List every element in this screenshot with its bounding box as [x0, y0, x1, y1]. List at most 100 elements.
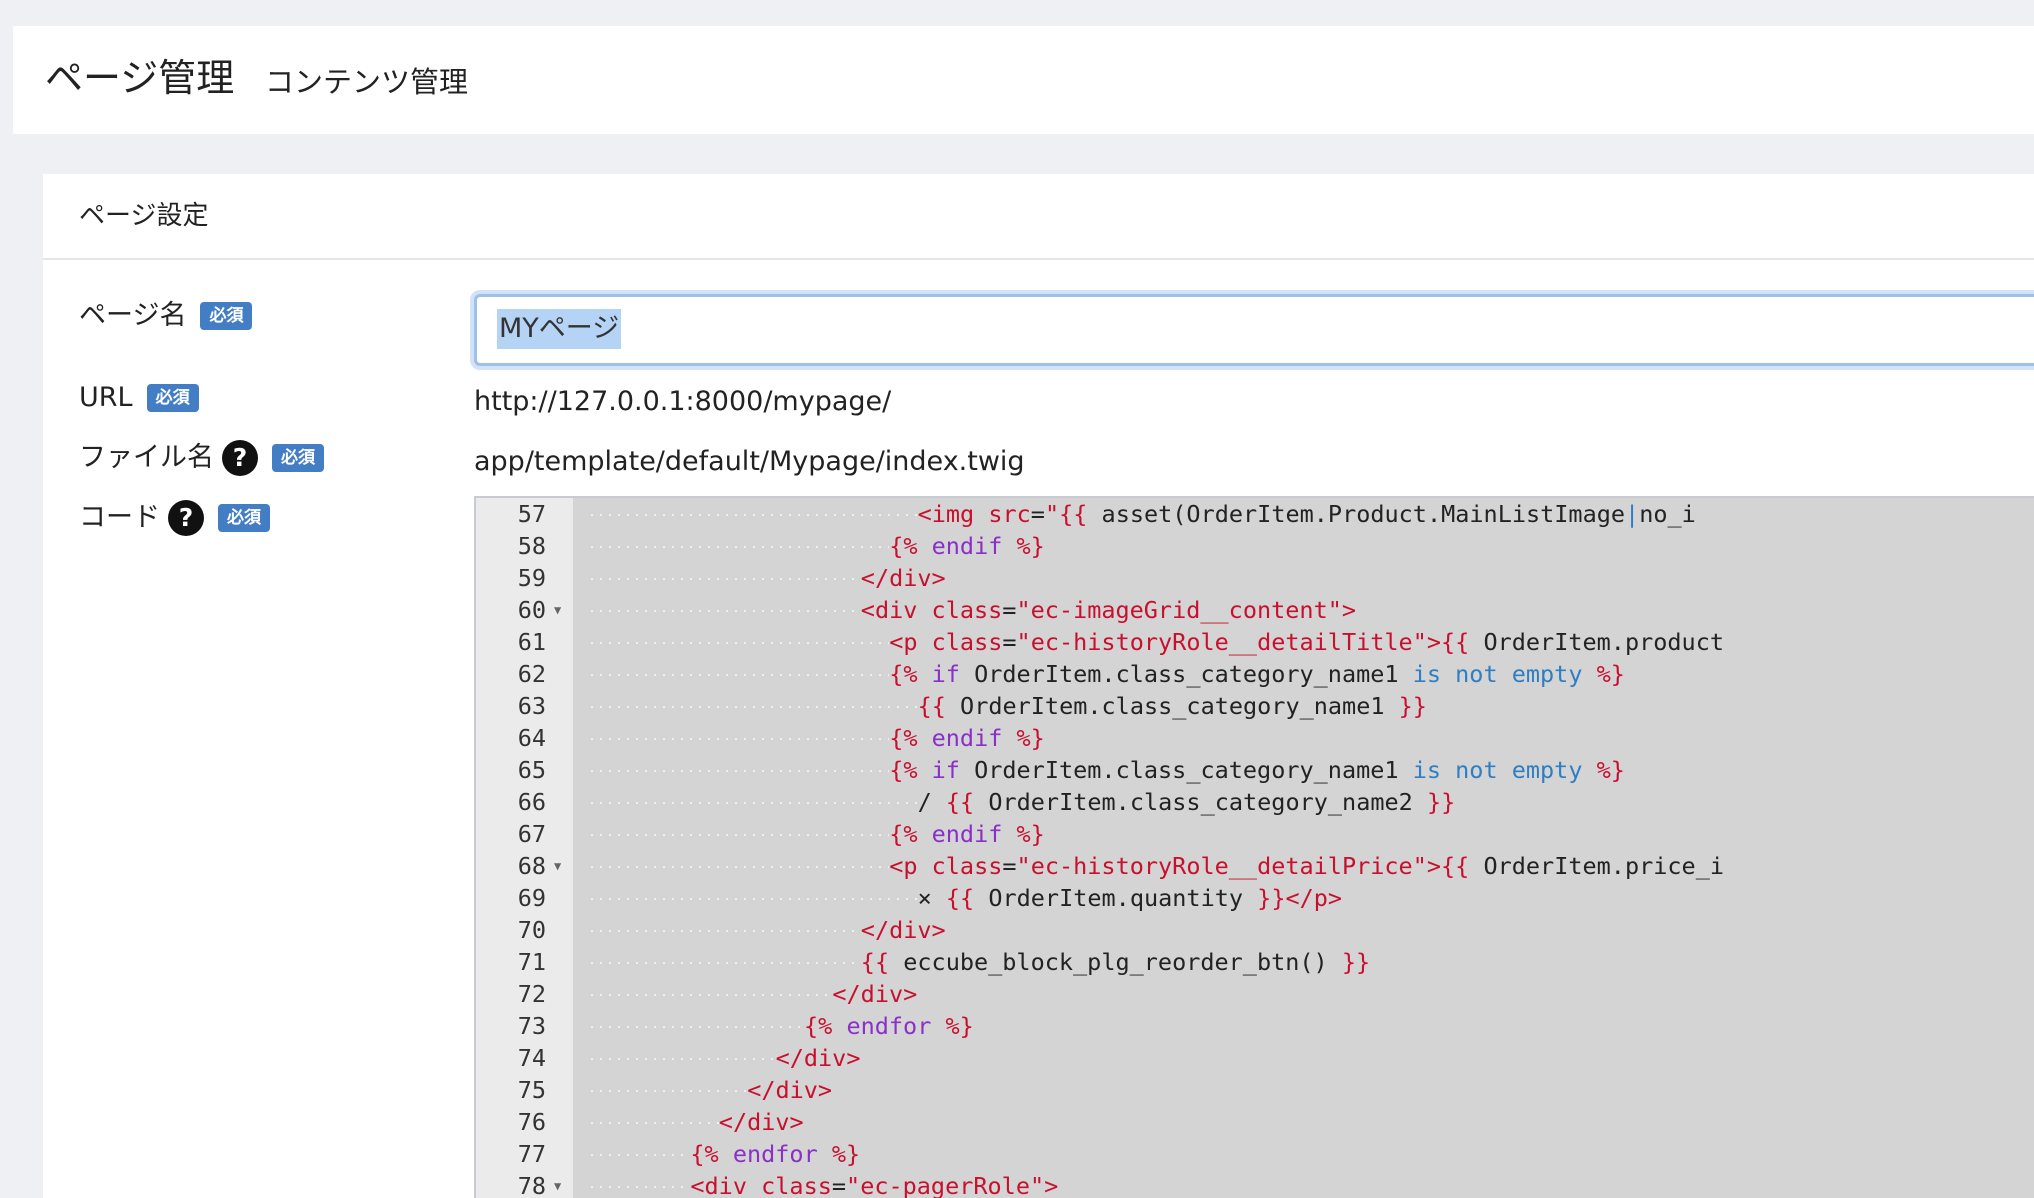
- file-name-value: app/template/default/Mypage/index.twig: [474, 446, 1025, 477]
- code-line[interactable]: 76 </div>: [476, 1106, 2034, 1138]
- file-name-label: ファイル名: [79, 442, 214, 473]
- code-line[interactable]: 60 ▼ <div class="ec-imageGrid__content">: [476, 594, 2034, 626]
- url-value: http://127.0.0.1:8000/mypage/: [474, 386, 892, 417]
- page-title: ページ管理: [45, 56, 235, 100]
- line-number: 73: [517, 1012, 546, 1040]
- code-text: </div>: [860, 916, 946, 944]
- page-name-input-value[interactable]: MYページ: [497, 309, 622, 349]
- line-number: 75: [517, 1076, 546, 1104]
- fold-toggle-icon[interactable]: ▼: [554, 1170, 561, 1198]
- line-number: 74: [517, 1044, 546, 1072]
- line-number: 78: [517, 1172, 546, 1198]
- required-badge: 必須: [200, 302, 253, 330]
- indent-guides: [591, 978, 833, 1010]
- code-text: </div>: [718, 1108, 804, 1136]
- code-text: / {{ OrderItem.class_category_name2 }}: [917, 788, 1456, 816]
- code-text: {% if OrderItem.class_category_name1 is …: [889, 660, 1625, 688]
- indent-guides: [591, 722, 890, 754]
- code-line[interactable]: 75 </div>: [476, 1074, 2034, 1106]
- code-line[interactable]: 74 </div>: [476, 1042, 2034, 1074]
- line-number: 71: [517, 948, 546, 976]
- code-line[interactable]: 65 {% if OrderItem.class_category_name1 i…: [476, 754, 2034, 786]
- code-text: {% if OrderItem.class_category_name1 is …: [889, 756, 1625, 784]
- card-title: ページ設定: [79, 201, 209, 231]
- indent-guides: [591, 1042, 776, 1074]
- line-number: 65: [517, 756, 546, 784]
- indent-guides: [591, 850, 890, 882]
- indent-guides: [591, 594, 861, 626]
- indent-guides: [591, 882, 918, 914]
- indent-guides: [591, 626, 890, 658]
- code-label-row: コード ? 必須: [79, 498, 270, 538]
- line-number: 61: [517, 628, 546, 656]
- line-number: 60: [517, 596, 546, 624]
- indent-guides: [591, 754, 890, 786]
- card-header: ページ設定: [43, 174, 2034, 260]
- code-line[interactable]: 67 {% endif %}: [476, 818, 2034, 850]
- indent-guides: [591, 1074, 748, 1106]
- code-line[interactable]: 63 {{ OrderItem.class_category_name1 }}: [476, 690, 2034, 722]
- code-line[interactable]: 62 {% if OrderItem.class_category_name1 i…: [476, 658, 2034, 690]
- code-text: </div>: [747, 1076, 833, 1104]
- code-line[interactable]: 58 {% endif %}: [476, 530, 2034, 562]
- code-line[interactable]: 68 ▼ <p class="ec-historyRole__detailPrice…: [476, 850, 2034, 882]
- indent-guides: [591, 1170, 691, 1198]
- indent-guides: [591, 530, 890, 562]
- indent-guides: [591, 818, 890, 850]
- code-line[interactable]: 77 {% endfor %}: [476, 1138, 2034, 1170]
- page-subtitle: コンテンツ管理: [265, 65, 469, 99]
- code-text: {% endif %}: [889, 820, 1045, 848]
- code-line[interactable]: 69 × {{ OrderItem.quantity }}</p>: [476, 882, 2034, 914]
- code-line[interactable]: 70 </div>: [476, 914, 2034, 946]
- page-header: ページ管理 コンテンツ管理: [13, 26, 2034, 134]
- indent-guides: [591, 1106, 719, 1138]
- line-number: 67: [517, 820, 546, 848]
- code-text: {% endif %}: [889, 532, 1045, 560]
- help-icon[interactable]: ?: [168, 500, 204, 536]
- indent-guides: [591, 498, 918, 530]
- code-line[interactable]: 71 {{ eccube_block_plg_reorder_btn() }}: [476, 946, 2034, 978]
- line-number: 66: [517, 788, 546, 816]
- line-number: 58: [517, 532, 546, 560]
- indent-guides: [591, 786, 918, 818]
- indent-guides: [591, 1138, 691, 1170]
- required-badge: 必須: [272, 444, 324, 472]
- indent-guides: [591, 658, 890, 690]
- code-line[interactable]: 57 <img src="{{ asset(OrderItem.Product.M…: [476, 498, 2034, 530]
- code-line[interactable]: 59 </div>: [476, 562, 2034, 594]
- code-line[interactable]: 61 <p class="ec-historyRole__detailTitle"…: [476, 626, 2034, 658]
- code-text: </div>: [832, 980, 918, 1008]
- page-name-input[interactable]: MYページ: [474, 294, 2034, 366]
- line-number: 69: [517, 884, 546, 912]
- page-name-label-row: ページ名 必須: [79, 296, 253, 336]
- line-number: 64: [517, 724, 546, 752]
- code-line[interactable]: 73 {% endfor %}: [476, 1010, 2034, 1042]
- line-number: 62: [517, 660, 546, 688]
- line-number: 72: [517, 980, 546, 1008]
- code-text: {{ OrderItem.class_category_name1 }}: [917, 692, 1427, 720]
- fold-toggle-icon[interactable]: ▼: [554, 850, 561, 882]
- code-editor[interactable]: 57 <img src="{{ asset(OrderItem.Product.M…: [474, 496, 2034, 1198]
- line-number: 70: [517, 916, 546, 944]
- url-label-row: URL 必須: [79, 378, 199, 418]
- indent-guides: [591, 914, 861, 946]
- indent-guides: [591, 946, 861, 978]
- code-line[interactable]: 64 {% endif %}: [476, 722, 2034, 754]
- indent-guides: [591, 562, 861, 594]
- code-line[interactable]: 66 / {{ OrderItem.class_category_name2 }}: [476, 786, 2034, 818]
- code-text: </div>: [860, 564, 946, 592]
- line-number: 77: [517, 1140, 546, 1168]
- code-text: {{ eccube_block_plg_reorder_btn() }}: [860, 948, 1371, 976]
- required-badge: 必須: [218, 504, 270, 532]
- code-text: <div class="ec-imageGrid__content">: [860, 596, 1357, 624]
- help-icon[interactable]: ?: [222, 440, 258, 476]
- code-text: {% endfor %}: [804, 1012, 974, 1040]
- line-number: 59: [517, 564, 546, 592]
- code-line[interactable]: 78 ▼ <div class="ec-pagerRole">: [476, 1170, 2034, 1198]
- page-settings-card: ページ設定 ページ名 必須 MYページ URL 必須 http://127.0.…: [43, 174, 2034, 1198]
- indent-guides: [591, 690, 918, 722]
- code-text: × {{ OrderItem.quantity }}</p>: [917, 884, 1343, 912]
- fold-toggle-icon[interactable]: ▼: [554, 594, 561, 626]
- line-number: 68: [517, 852, 546, 880]
- code-line[interactable]: 72 </div>: [476, 978, 2034, 1010]
